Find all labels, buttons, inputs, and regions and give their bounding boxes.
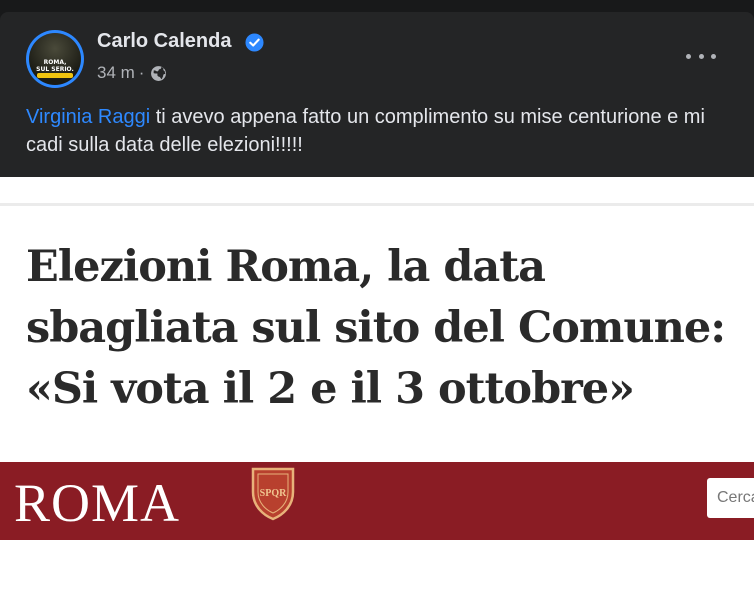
author-name[interactable]: Carlo Calenda [97, 30, 231, 53]
more-options-dot [711, 53, 716, 59]
shield-text: SPQR [260, 488, 287, 499]
roma-shield-icon: SPQR [251, 467, 295, 521]
meta-separator: · [138, 63, 145, 82]
more-options-dot [698, 53, 704, 59]
more-options-icon[interactable] [686, 48, 716, 64]
headline-line-3: «Si vota il 2 e il 3 ottobre» [26, 364, 635, 414]
post-timestamp[interactable]: 34 m [97, 63, 135, 83]
mention-link[interactable]: Virginia Raggi [26, 106, 150, 128]
post-meta: 34 m · [97, 63, 167, 83]
post-card: ROMA, SUL SERIO. Carlo Calenda 34 m · Vi… [0, 12, 754, 602]
avatar-text-line-2: SUL SERIO. [36, 66, 74, 73]
roma-banner: ROMA SPQR Cerca [0, 462, 754, 540]
avatar-text-line-1: ROMA, [43, 59, 67, 66]
globe-icon[interactable] [150, 65, 167, 82]
image-divider [0, 203, 754, 206]
avatar-text: ROMA, SUL SERIO. [29, 59, 81, 73]
roma-logo-text: ROMA [14, 473, 181, 533]
avatar-stripe [37, 73, 73, 78]
verified-badge-icon [245, 33, 264, 52]
headline-line-2: sbagliata sul sito del Comune: [26, 303, 726, 353]
headline-line-1: Elezioni Roma, la data [26, 242, 546, 292]
article-headline: Elezioni Roma, la data sbagliata sul sit… [26, 237, 746, 420]
post-text: Virginia Raggi ti avevo appena fatto un … [26, 103, 726, 159]
author-avatar[interactable]: ROMA, SUL SERIO. [26, 30, 84, 88]
more-options-dot [686, 53, 691, 59]
post-image[interactable]: Elezioni Roma, la data sbagliata sul sit… [0, 177, 754, 602]
avatar-image: ROMA, SUL SERIO. [29, 33, 81, 85]
search-input: Cerca [707, 478, 754, 518]
